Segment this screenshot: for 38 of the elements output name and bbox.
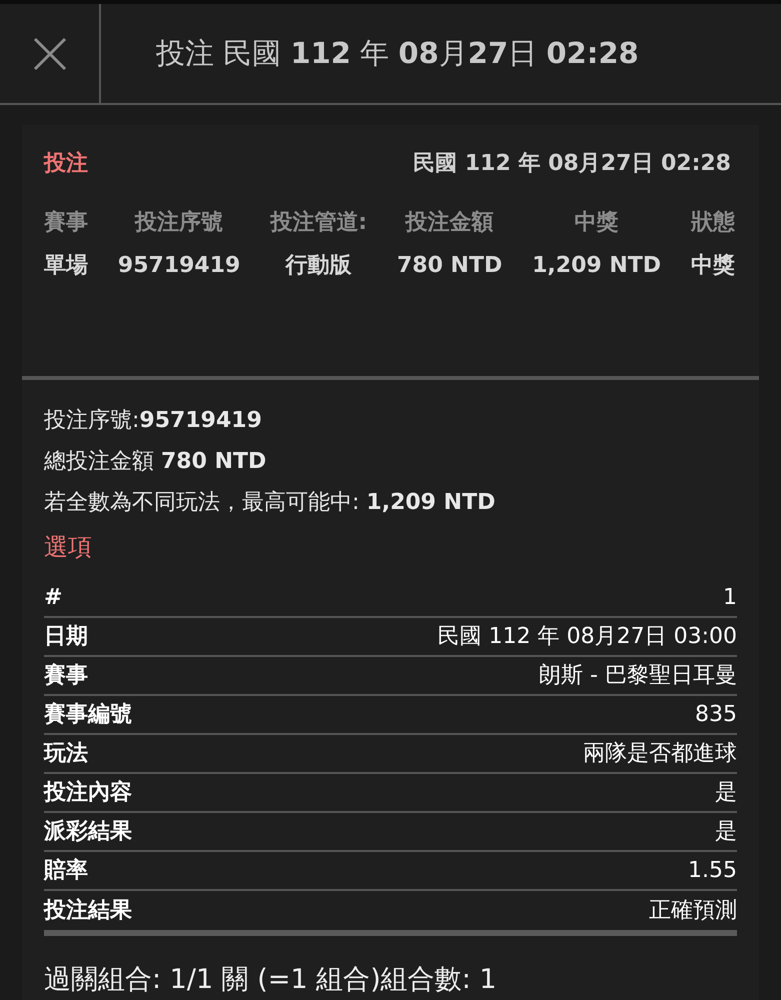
- row-label: 賽事編號: [44, 700, 132, 728]
- column-value: 780 NTD: [396, 252, 502, 280]
- row-value: 正確預測: [649, 896, 737, 924]
- bet-label: 投注: [44, 150, 88, 178]
- row-label: 日期: [44, 622, 88, 650]
- row-value: 1: [723, 584, 737, 612]
- column-value: 行動版: [286, 252, 352, 280]
- column-heading: 投注管道:: [270, 209, 368, 237]
- row-value: 兩隊是否都進球: [583, 740, 737, 768]
- row-value: 835: [695, 700, 737, 728]
- column-value: 中獎: [690, 252, 735, 280]
- summary-line: 若全數為不同玩法，最高可能中: 1,209 NTD: [44, 488, 496, 516]
- row-label: 賠率: [44, 856, 88, 884]
- row-label: 派彩結果: [44, 818, 132, 846]
- combination-summary: 過關組合: 1/1 關 (=1 組合)組合數: 1: [44, 962, 498, 996]
- column-heading: 狀態: [690, 209, 735, 237]
- column-heading: 賽事: [44, 209, 88, 237]
- column-heading: 投注序號: [135, 208, 224, 237]
- row-value: 民國 112 年 08月27日 03:00: [438, 622, 737, 650]
- column-value: 1,209 NTD: [532, 252, 662, 280]
- column-value: 單場: [44, 252, 88, 280]
- bet-datetime: 民國 112 年 08月27日 02:28: [413, 150, 731, 178]
- row-value: 是: [715, 818, 737, 846]
- summary-line: 投注序號:95719419: [44, 406, 263, 434]
- column-heading: 中獎: [574, 209, 619, 237]
- row-label: 賽事: [44, 662, 88, 690]
- row-value: 朗斯 - 巴黎聖日耳曼: [539, 662, 737, 690]
- column-value: 95719419: [118, 252, 240, 280]
- row-label: 投注內容: [44, 778, 132, 806]
- column-heading: 投注金額: [406, 209, 494, 237]
- row-label: 玩法: [44, 740, 88, 768]
- row-label: #: [44, 584, 62, 612]
- row-value: 1.55: [688, 856, 737, 884]
- row-label: 投注結果: [44, 896, 132, 924]
- row-value: 是: [715, 778, 737, 806]
- options-title: 選項: [44, 532, 93, 562]
- close-icon: [32, 36, 66, 70]
- summary-line: 總投注金額 780 NTD: [44, 448, 268, 476]
